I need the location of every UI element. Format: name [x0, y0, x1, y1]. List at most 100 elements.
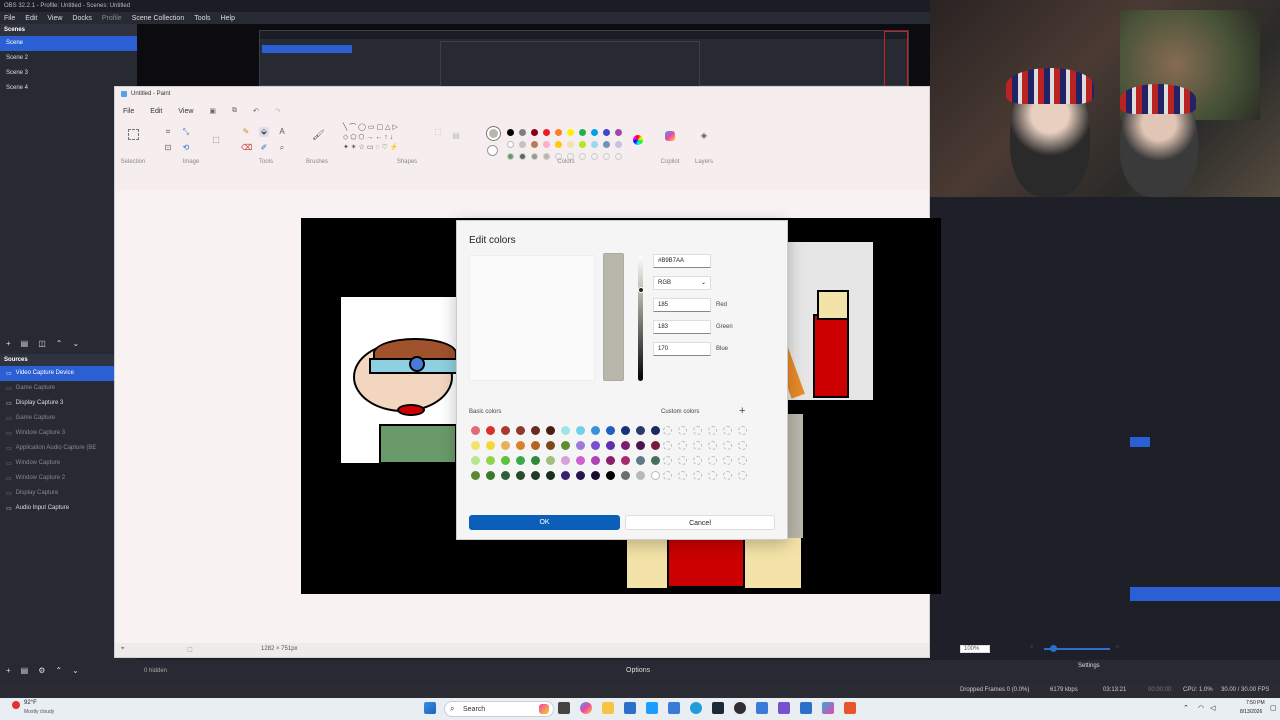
resize-icon[interactable]: ⤡ — [181, 127, 191, 137]
basic-color-swatch[interactable] — [621, 426, 630, 435]
wifi-icon[interactable]: ◠ — [1198, 704, 1204, 712]
scene-item[interactable]: Scene 2 — [0, 51, 137, 66]
green-field[interactable]: 183 — [653, 320, 711, 334]
obs-icon[interactable] — [734, 702, 746, 714]
add-custom-color-icon[interactable]: + — [739, 405, 745, 417]
ribbon-swatch[interactable] — [615, 141, 622, 148]
brush-icon[interactable]: 🖌 — [312, 131, 325, 141]
ribbon-swatch[interactable] — [543, 129, 550, 136]
outline-icon[interactable]: ⬚ — [433, 127, 443, 137]
custom-color-slot[interactable] — [723, 426, 732, 435]
custom-color-slot[interactable] — [738, 456, 747, 465]
custom-color-slot[interactable] — [708, 471, 717, 480]
weather-desc[interactable]: Mostly cloudy — [24, 709, 54, 715]
obs-menu-edit[interactable]: Edit — [25, 15, 37, 22]
taskbar-search[interactable]: ⌕ Search — [444, 701, 554, 717]
custom-color-slot[interactable] — [693, 456, 702, 465]
custom-color-slot[interactable] — [678, 471, 687, 480]
basic-color-swatch[interactable] — [621, 456, 630, 465]
basic-color-swatch[interactable] — [561, 456, 570, 465]
calendar-icon[interactable] — [624, 702, 636, 714]
custom-color-slot[interactable] — [663, 441, 672, 450]
vscode-icon[interactable] — [756, 702, 768, 714]
steam-icon[interactable] — [712, 702, 724, 714]
custom-color-slot[interactable] — [738, 471, 747, 480]
basic-color-swatch[interactable] — [501, 471, 510, 480]
image-edit-icon[interactable]: ⊡ — [163, 143, 173, 153]
obs-menu-profile[interactable]: Profile — [102, 15, 122, 22]
obs-menu-file[interactable]: File — [4, 15, 15, 22]
ribbon-swatch[interactable] — [555, 129, 562, 136]
basic-color-swatch[interactable] — [546, 426, 555, 435]
scene-item[interactable]: Scene 3 — [0, 66, 137, 81]
custom-color-slot[interactable] — [663, 426, 672, 435]
zoom-in-icon[interactable]: ⌕ — [1116, 644, 1119, 651]
basic-color-swatch[interactable] — [606, 441, 615, 450]
basic-color-swatch[interactable] — [606, 471, 615, 480]
basic-color-swatch[interactable] — [561, 441, 570, 450]
custom-color-slot[interactable] — [723, 456, 732, 465]
paint-taskbar-icon[interactable] — [800, 702, 812, 714]
shapes-gallery-icon[interactable]: ╲ ⌒ ◯ ▭ ▢ △ ▷ ◇ ⬠ ⬡ → ← ↑ ↓ ✦ ✶ ☆ ▭ ◌ ♡ ⚡ — [343, 123, 421, 157]
copilot-icon[interactable] — [665, 131, 675, 141]
basic-color-swatch[interactable] — [576, 471, 585, 480]
custom-color-slot[interactable] — [708, 456, 717, 465]
brave-icon[interactable] — [844, 702, 856, 714]
basic-color-swatch[interactable] — [636, 441, 645, 450]
basic-color-swatch[interactable] — [636, 471, 645, 480]
custom-color-slot[interactable] — [663, 456, 672, 465]
up-icon[interactable]: ⌃ — [56, 339, 63, 348]
basic-color-swatch[interactable] — [591, 426, 600, 435]
add-icon[interactable]: + — [6, 339, 11, 348]
basic-color-swatch[interactable] — [486, 456, 495, 465]
clock-time[interactable]: 7:50 PM — [1246, 700, 1265, 706]
paint-menu-file[interactable]: File — [123, 108, 134, 115]
basic-color-swatch[interactable] — [636, 426, 645, 435]
basic-color-swatch[interactable] — [516, 456, 525, 465]
down-icon[interactable]: ⌄ — [72, 666, 79, 675]
obs-menu-tools[interactable]: Tools — [194, 15, 210, 22]
basic-color-swatch[interactable] — [546, 456, 555, 465]
custom-color-slot[interactable] — [678, 456, 687, 465]
weather-temp[interactable]: 92°F — [24, 700, 37, 706]
basic-color-swatch[interactable] — [561, 471, 570, 480]
color1-icon[interactable] — [487, 127, 500, 140]
basic-color-swatch[interactable] — [501, 426, 510, 435]
red-field[interactable]: 185 — [653, 298, 711, 312]
color-spectrum[interactable] — [469, 255, 595, 381]
paint-menu-view[interactable]: View — [178, 108, 193, 115]
ribbon-swatch[interactable] — [507, 129, 514, 136]
zoom-knob[interactable] — [1050, 645, 1057, 652]
basic-color-swatch[interactable] — [531, 456, 540, 465]
fill-icon[interactable]: ⬙ — [259, 127, 269, 137]
basic-color-swatch[interactable] — [531, 426, 540, 435]
copilot-app-icon[interactable] — [580, 702, 592, 714]
save-icon[interactable]: ▣ — [209, 107, 216, 115]
basic-color-swatch[interactable] — [471, 456, 480, 465]
basic-color-swatch[interactable] — [471, 471, 480, 480]
ribbon-swatch[interactable] — [615, 129, 622, 136]
hex-field[interactable]: #B9B7AA — [653, 254, 711, 268]
obs-menu-view[interactable]: View — [47, 15, 62, 22]
basic-color-swatch[interactable] — [651, 456, 660, 465]
scene-item[interactable]: Scene — [0, 36, 137, 51]
basic-color-swatch[interactable] — [531, 441, 540, 450]
file-explorer-icon[interactable] — [602, 702, 614, 714]
zoom-out-icon[interactable]: ⌕ — [1030, 644, 1033, 651]
basic-color-swatch[interactable] — [591, 441, 600, 450]
redo-icon[interactable]: ↷ — [275, 107, 281, 115]
task-view-icon[interactable] — [558, 702, 570, 714]
basic-color-swatch[interactable] — [471, 441, 480, 450]
basic-color-swatch[interactable] — [606, 456, 615, 465]
ribbon-swatch[interactable] — [567, 141, 574, 148]
basic-color-swatch[interactable] — [486, 441, 495, 450]
text-icon[interactable]: A — [277, 127, 287, 137]
obs-menu-scene-collection[interactable]: Scene Collection — [132, 15, 185, 22]
custom-color-slot[interactable] — [723, 441, 732, 450]
custom-color-slot[interactable] — [693, 471, 702, 480]
paint-menu-edit[interactable]: Edit — [150, 108, 162, 115]
discord-icon[interactable] — [778, 702, 790, 714]
custom-color-slot[interactable] — [738, 426, 747, 435]
edit-colors-icon[interactable] — [633, 135, 643, 145]
edge-icon[interactable] — [690, 702, 702, 714]
